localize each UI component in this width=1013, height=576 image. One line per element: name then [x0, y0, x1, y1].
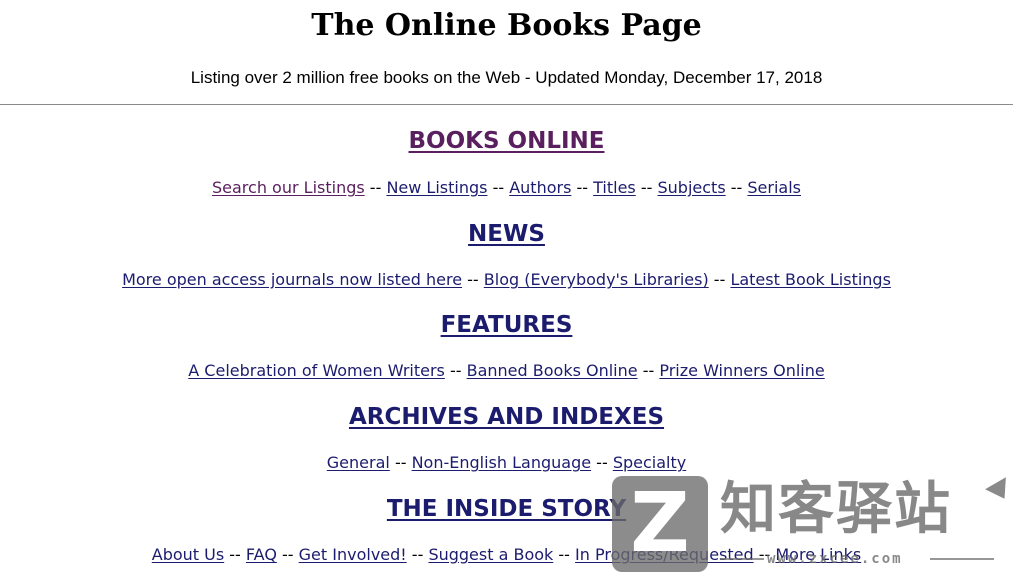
suggest-a-book-link[interactable]: Suggest a Book [428, 545, 553, 564]
link-separator: -- [467, 270, 479, 289]
section-heading-books-online: BOOKS ONLINE [0, 126, 1013, 156]
inside-story-heading-link[interactable]: THE INSIDE STORY [387, 496, 626, 522]
get-involved-link[interactable]: Get Involved! [299, 545, 407, 564]
specialty-link[interactable]: Specialty [613, 453, 686, 472]
women-writers-link[interactable]: A Celebration of Women Writers [188, 361, 445, 380]
prize-winners-link[interactable]: Prize Winners Online [659, 361, 824, 380]
blog-link[interactable]: Blog (Everybody's Libraries) [484, 270, 709, 289]
open-access-journals-link[interactable]: More open access journals now listed her… [122, 270, 462, 289]
news-heading-link[interactable]: NEWS [468, 221, 545, 247]
subjects-link[interactable]: Subjects [658, 178, 726, 197]
link-separator: -- [713, 270, 726, 289]
link-separator: -- [576, 178, 589, 197]
link-separator: -- [282, 545, 294, 564]
watermark-rule-right [930, 558, 994, 560]
watermark-logo-letter: Z [630, 476, 690, 571]
section-heading-news: NEWS [0, 219, 1013, 249]
general-link[interactable]: General [327, 453, 390, 472]
titles-link[interactable]: Titles [593, 178, 636, 197]
watermark-rule-left [720, 558, 764, 560]
watermark-arrow-icon [985, 477, 1013, 505]
books-online-links: Search our Listings -- New Listings -- A… [0, 177, 1013, 199]
serials-link[interactable]: Serials [747, 178, 801, 197]
features-heading-link[interactable]: FEATURES [441, 312, 573, 338]
link-separator: -- [558, 545, 570, 564]
authors-link[interactable]: Authors [509, 178, 571, 197]
section-heading-archives: ARCHIVES AND INDEXES [0, 402, 1013, 432]
search-listings-link[interactable]: Search our Listings [212, 178, 365, 197]
link-separator: -- [642, 361, 655, 380]
non-english-language-link[interactable]: Non-English Language [412, 453, 592, 472]
watermark-url: www.zxcee.com [767, 551, 903, 567]
link-separator: -- [730, 178, 743, 197]
books-online-heading-link[interactable]: BOOKS ONLINE [408, 128, 604, 154]
link-separator: -- [449, 361, 462, 380]
features-links: A Celebration of Women Writers -- Banned… [0, 360, 1013, 382]
link-separator: -- [369, 178, 382, 197]
banned-books-link[interactable]: Banned Books Online [467, 361, 638, 380]
news-links: More open access journals now listed her… [0, 269, 1013, 291]
faq-link[interactable]: FAQ [246, 545, 277, 564]
archives-heading-link[interactable]: ARCHIVES AND INDEXES [349, 404, 664, 430]
link-separator: -- [492, 178, 505, 197]
link-separator: -- [596, 453, 608, 472]
link-separator: -- [640, 178, 653, 197]
link-separator: -- [394, 453, 407, 472]
archives-links: General -- Non-English Language -- Speci… [0, 452, 1013, 474]
link-separator: -- [411, 545, 424, 564]
page-title: The Online Books Page [311, 8, 702, 43]
watermark-brand-text: 知客驿站 [720, 477, 952, 542]
latest-book-listings-link[interactable]: Latest Book Listings [730, 270, 890, 289]
page-header: The Online Books Page Listing over 2 mil… [0, 0, 1013, 105]
link-separator: -- [229, 545, 241, 564]
page-tagline: Listing over 2 million free books on the… [190, 68, 823, 87]
about-us-link[interactable]: About Us [152, 545, 224, 564]
new-listings-link[interactable]: New Listings [386, 178, 487, 197]
section-heading-features: FEATURES [0, 310, 1013, 340]
watermark: Z 知客驿站 www.zxcee.com [612, 476, 1013, 576]
